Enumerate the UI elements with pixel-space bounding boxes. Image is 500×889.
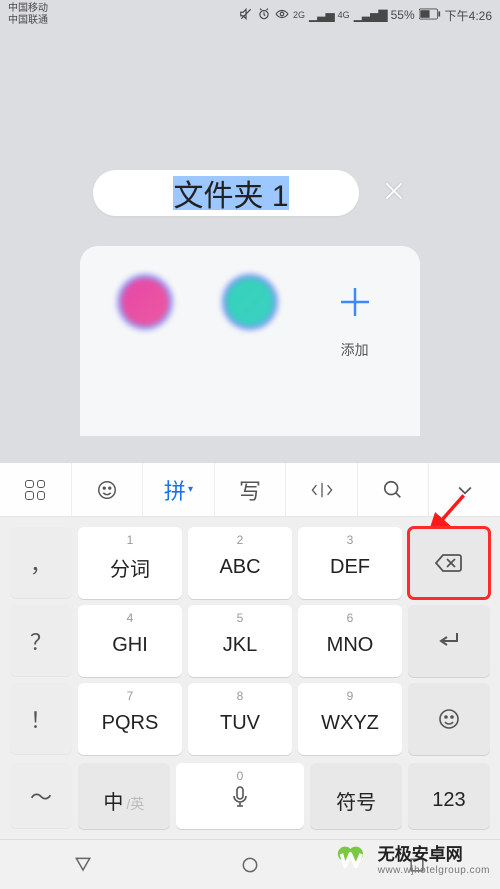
ime-keyboard: 拼▾ 写 ， 1分词 2ABC 3DEF ？ 4GHI 5JKL 6MNO xyxy=(0,463,500,889)
folder-name-input[interactable] xyxy=(121,176,341,210)
key-lang-toggle[interactable]: 中/英 xyxy=(78,763,170,829)
ime-mode-pinyin[interactable]: 拼▾ xyxy=(143,463,215,516)
add-app-button[interactable]: 添加 xyxy=(307,274,402,436)
nav-back-button[interactable] xyxy=(71,853,95,877)
emoji-icon[interactable] xyxy=(72,463,144,516)
carrier-block: 中国移动 中国联通 xyxy=(8,4,48,26)
folder-edit-area: 添加 xyxy=(0,30,500,436)
eye-icon xyxy=(275,7,289,24)
key-tilde[interactable]: ～ xyxy=(10,763,72,829)
add-label: 添加 xyxy=(341,340,369,360)
key-123[interactable]: 123 xyxy=(408,763,490,829)
key-4-ghi[interactable]: 4GHI xyxy=(78,605,182,677)
app-icon-1 xyxy=(117,274,173,330)
key-question[interactable]: ？ xyxy=(10,605,72,677)
status-bar: 中国移动 中国联通 2G ▁▃▅ 4G ▁▃▅▇ 55% 下午4:26 xyxy=(0,0,500,30)
apps-icon[interactable] xyxy=(0,463,72,516)
key-1-fenci[interactable]: 1分词 xyxy=(78,527,182,599)
status-right: 2G ▁▃▅ 4G ▁▃▅▇ 55% 下午4:26 xyxy=(239,7,492,24)
ime-toolbar: 拼▾ 写 xyxy=(0,463,500,517)
cursor-move-icon[interactable] xyxy=(286,463,358,516)
key-backspace[interactable] xyxy=(408,527,490,599)
alarm-icon xyxy=(257,7,271,24)
ime-mode-handwrite[interactable]: 写 xyxy=(215,463,287,516)
key-2-abc[interactable]: 2ABC xyxy=(188,527,292,599)
signal-1-icon: ▁▃▅ xyxy=(309,8,334,22)
key-emoji[interactable] xyxy=(408,683,490,755)
signal-2-icon: ▁▃▅▇ xyxy=(354,8,387,22)
nav-home-button[interactable] xyxy=(238,853,262,877)
carrier-2: 中国联通 xyxy=(8,16,48,26)
key-exclaim[interactable]: ！ xyxy=(10,683,72,755)
key-6-mno[interactable]: 6MNO xyxy=(298,605,402,677)
key-5-jkl[interactable]: 5JKL xyxy=(188,605,292,677)
plus-icon xyxy=(327,274,383,330)
watermark: 无极安卓网 www.wjhotelgroup.com xyxy=(336,843,490,879)
close-folder-edit-button[interactable] xyxy=(381,174,407,213)
folder-name-pill xyxy=(93,170,359,216)
key-3-def[interactable]: 3DEF xyxy=(298,527,402,599)
watermark-title: 无极安卓网 xyxy=(378,846,490,865)
battery-icon xyxy=(419,8,441,23)
net-4g: 4G xyxy=(338,10,350,20)
net-2g: 2G xyxy=(293,10,305,20)
key-symbol[interactable]: 符号 xyxy=(310,763,402,829)
watermark-logo-icon xyxy=(336,843,372,879)
search-icon[interactable] xyxy=(358,463,430,516)
key-7-pqrs[interactable]: 7PQRS xyxy=(78,683,182,755)
app-slot-1[interactable] xyxy=(98,274,193,436)
key-comma[interactable]: ， xyxy=(10,527,72,599)
key-9-wxyz[interactable]: 9WXYZ xyxy=(298,683,402,755)
ime-key-grid: ， 1分词 2ABC 3DEF ？ 4GHI 5JKL 6MNO ！ 7PQRS… xyxy=(0,517,500,763)
ime-bottom-row: ～ 中/英 0 符号 123 xyxy=(0,763,500,839)
key-enter[interactable] xyxy=(408,605,490,677)
app-slot-2[interactable] xyxy=(203,274,298,436)
battery-text: 55% xyxy=(391,8,415,22)
folder-panel: 添加 xyxy=(80,246,420,436)
watermark-url: www.wjhotelgroup.com xyxy=(378,865,490,876)
app-icon-2 xyxy=(222,274,278,330)
carrier-1: 中国移动 xyxy=(8,4,48,14)
key-8-tuv[interactable]: 8TUV xyxy=(188,683,292,755)
collapse-keyboard-icon[interactable] xyxy=(429,463,500,516)
mute-icon xyxy=(239,7,253,24)
time-text: 下午4:26 xyxy=(445,7,492,24)
key-0-space-mic[interactable]: 0 xyxy=(176,763,304,829)
